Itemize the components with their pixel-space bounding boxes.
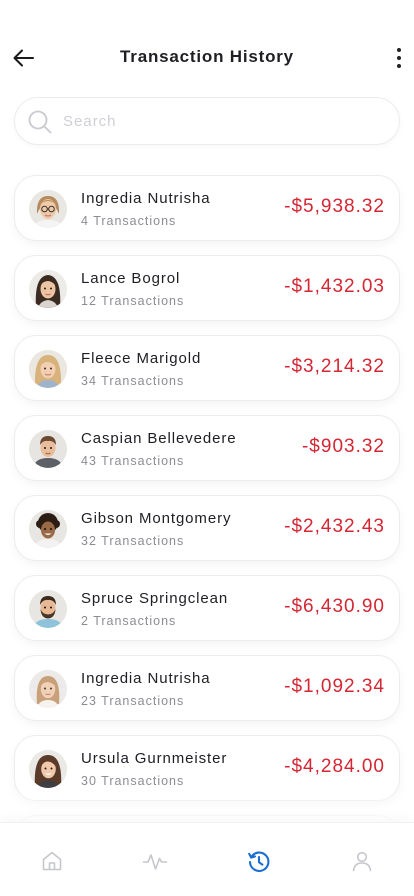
- history-icon: [246, 849, 272, 880]
- transaction-count: 12 Transactions: [81, 294, 185, 308]
- page-title: Transaction History: [120, 47, 294, 66]
- avatar: [29, 430, 67, 468]
- home-icon: [40, 849, 64, 878]
- contact-name: Lance Bogrol: [81, 270, 181, 287]
- transaction-item[interactable]: Caspian Bellevedere 43 Transactions -$903.…: [14, 415, 400, 481]
- dot-icon: [397, 64, 401, 68]
- transaction-amount: -$1,092.34: [284, 676, 385, 697]
- contact-name: Ingredia Nutrisha: [81, 670, 211, 687]
- transaction-amount: -$2,432.43: [284, 516, 385, 537]
- transaction-amount: -$1,432.03: [284, 276, 385, 297]
- contact-name: Gibson Montgomery: [81, 510, 232, 527]
- transaction-amount: -$4,284.00: [284, 756, 385, 777]
- contact-name: Ursula Gurnmeister: [81, 750, 228, 767]
- more-options-button[interactable]: [392, 44, 406, 72]
- contact-name: Spruce Springclean: [81, 590, 229, 607]
- search-icon: [28, 110, 52, 134]
- search-input[interactable]: [63, 98, 383, 144]
- transaction-item[interactable]: Ursula Gurnmeister 30 Transactions -$4,284…: [14, 735, 400, 801]
- contact-name: Caspian Bellevedere: [81, 430, 237, 447]
- transaction-amount: -$6,430.90: [284, 596, 385, 617]
- transaction-amount: -$3,214.32: [284, 356, 385, 377]
- transaction-count: 2 Transactions: [81, 614, 177, 628]
- transaction-count: 4 Transactions: [81, 214, 177, 228]
- tab-home[interactable]: [0, 823, 104, 896]
- transaction-item[interactable]: Ingredia Nutrisha 23 Transactions -$1,092.…: [14, 655, 400, 721]
- transaction-item[interactable]: Ingredia Nutrisha 4 Transactions -$5,938.3…: [14, 175, 400, 241]
- transaction-item[interactable]: Gibson Montgomery 32 Transactions -$2,432.…: [14, 495, 400, 561]
- avatar: [29, 670, 67, 708]
- avatar: [29, 750, 67, 788]
- contact-name: Fleece Marigold: [81, 350, 202, 367]
- avatar: [29, 190, 67, 228]
- contact-name: Ingredia Nutrisha: [81, 190, 211, 207]
- avatar: [29, 350, 67, 388]
- transaction-item[interactable]: Lance Bogrol 12 Transactions -$1,432.03: [14, 255, 400, 321]
- tab-history[interactable]: [207, 823, 311, 896]
- bottom-tab-bar: [0, 822, 414, 896]
- dot-icon: [397, 56, 401, 60]
- tab-activity[interactable]: [104, 823, 208, 896]
- avatar: [29, 590, 67, 628]
- avatar: [29, 270, 67, 308]
- transaction-amount: -$903.32: [301, 436, 385, 457]
- transaction-count: 30 Transactions: [81, 774, 185, 788]
- transaction-amount: -$5,938.32: [284, 196, 385, 217]
- transaction-count: 43 Transactions: [81, 454, 185, 468]
- transaction-count: 23 Transactions: [81, 694, 185, 708]
- transaction-count: 32 Transactions: [81, 534, 185, 548]
- avatar: [29, 510, 67, 548]
- transaction-item[interactable]: Fleece Marigold 34 Transactions -$3,214.32: [14, 335, 400, 401]
- dot-icon: [397, 48, 401, 52]
- activity-icon: [142, 849, 168, 878]
- transaction-item[interactable]: Spruce Springclean 2 Transactions -$6,430.…: [14, 575, 400, 641]
- profile-icon: [350, 849, 374, 878]
- search-bar[interactable]: [14, 97, 400, 145]
- tab-profile[interactable]: [311, 823, 414, 896]
- header: Transaction History: [0, 0, 414, 100]
- transaction-count: 34 Transactions: [81, 374, 185, 388]
